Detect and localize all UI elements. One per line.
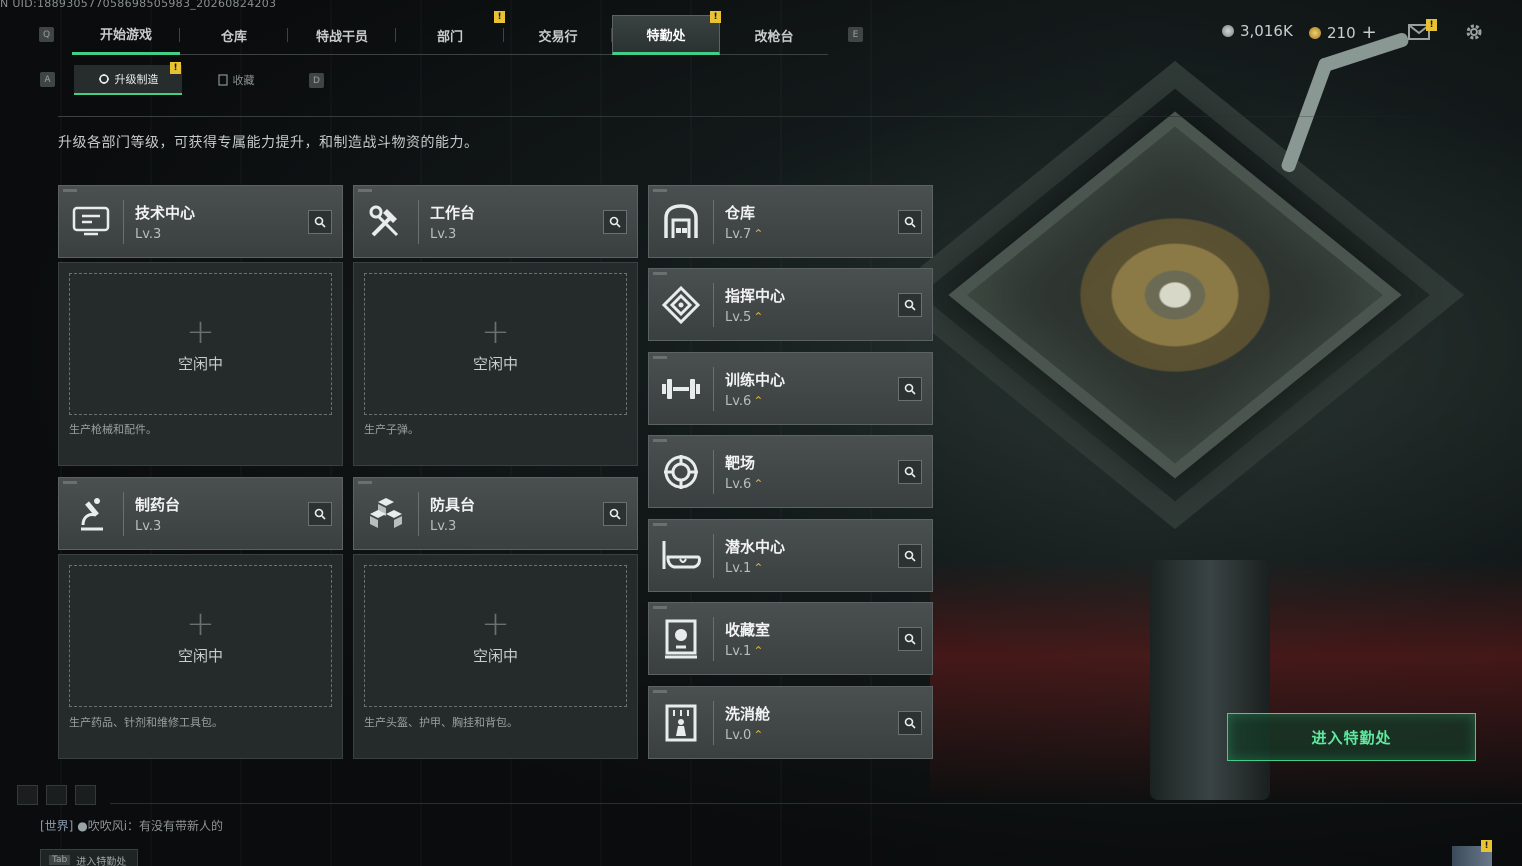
search-icon[interactable] xyxy=(898,293,922,317)
tab-operators[interactable]: 特战干员 xyxy=(288,15,396,55)
nav-prev-key[interactable]: Q xyxy=(39,27,54,42)
chat-divider xyxy=(110,803,1522,804)
search-icon[interactable] xyxy=(898,210,922,234)
facility-card-workbench[interactable]: 工作台 Lv.3 xyxy=(353,185,638,258)
upgrade-arrow-icon: ⌃ xyxy=(753,394,764,408)
sub-nav: 升级制造 收藏 xyxy=(74,65,290,95)
facility-card-pharmacy[interactable]: 制药台 Lv.3 xyxy=(58,477,343,550)
upgrade-arrow-icon: ⌃ xyxy=(753,477,764,491)
department-card-command-center[interactable]: 指挥中心 Lv.5 ⌃ xyxy=(648,268,933,341)
upgrade-arrow-icon: ⌃ xyxy=(753,644,764,658)
subtab-upgrade-craft[interactable]: 升级制造 xyxy=(74,65,182,95)
notification-badge: ! xyxy=(170,62,181,74)
silver-currency: 3,016K xyxy=(1222,22,1293,40)
search-icon[interactable] xyxy=(308,210,332,234)
facility-card-tech-center[interactable]: 技术中心 Lv.3 xyxy=(58,185,343,258)
upgrade-arrow-icon: ⌃ xyxy=(753,227,764,241)
chat-line[interactable]: [世界] ●吹吹风i：有没有带新人的 xyxy=(40,817,223,834)
tab-gunsmith[interactable]: 改枪台 xyxy=(720,15,828,55)
tab-special-ops[interactable]: 特勤处 xyxy=(612,15,720,55)
production-slot[interactable]: + 空闲中 生产枪械和配件。 xyxy=(58,262,343,466)
armor-bench-icon xyxy=(364,492,408,536)
facility-card-armor-bench[interactable]: 防具台 Lv.3 xyxy=(353,477,638,550)
gold-currency: 210 + xyxy=(1309,22,1377,43)
command-center-icon xyxy=(659,283,703,327)
department-card-collection-room[interactable]: 收藏室 Lv.1 ⌃ xyxy=(648,602,933,675)
subnav-prev-key[interactable]: A xyxy=(40,72,55,87)
upgrade-gear-icon xyxy=(98,74,109,84)
chat-option-button[interactable] xyxy=(17,785,38,805)
pharmacy-icon xyxy=(69,492,113,536)
enter-special-ops-hotkey[interactable]: Tab 进入特勤处 xyxy=(40,849,138,866)
collection-room-icon xyxy=(659,617,703,661)
search-icon[interactable] xyxy=(898,711,922,735)
department-card-diving-center[interactable]: 潜水中心 Lv.1 ⌃ xyxy=(648,519,933,592)
uid-label: N UID:188930577058698505983_20260824203 xyxy=(0,0,277,10)
cube-pedestal xyxy=(1150,560,1270,800)
department-card-training-center[interactable]: 训练中心 Lv.6 ⌃ xyxy=(648,352,933,425)
search-icon[interactable] xyxy=(898,460,922,484)
department-card-warehouse[interactable]: 仓库 Lv.7 ⌃ xyxy=(648,185,933,258)
decon-chamber-icon xyxy=(659,701,703,745)
production-slot[interactable]: + 空闲中 生产子弹。 xyxy=(353,262,638,466)
gold-coin-icon xyxy=(1309,26,1321,39)
upgrade-arrow-icon: ⌃ xyxy=(753,728,764,742)
collection-icon xyxy=(217,74,228,86)
user-avatar-icon: ● xyxy=(77,819,88,833)
add-icon: + xyxy=(481,311,510,352)
add-icon: + xyxy=(186,311,215,352)
add-icon: + xyxy=(186,603,215,644)
enter-special-ops-button[interactable]: 进入特勤处 xyxy=(1227,713,1476,761)
warehouse-icon xyxy=(659,200,703,244)
tech-center-icon xyxy=(69,200,113,244)
chat-option-button[interactable] xyxy=(46,785,67,805)
department-card-shooting-range[interactable]: 靶场 Lv.6 ⌃ xyxy=(648,435,933,508)
add-icon: + xyxy=(481,603,510,644)
upgrade-arrow-icon: ⌃ xyxy=(753,561,764,575)
page-description: 升级各部门等级，可获得专属能力提升，和制造战斗物资的能力。 xyxy=(58,135,479,151)
workbench-icon xyxy=(364,200,408,244)
upgrade-arrow-icon: ⌃ xyxy=(753,310,764,324)
training-center-icon xyxy=(659,367,703,411)
subtab-collection[interactable]: 收藏 xyxy=(182,65,290,95)
chat-option-button[interactable] xyxy=(75,785,96,805)
silver-coin-icon xyxy=(1222,25,1234,37)
search-icon[interactable] xyxy=(603,502,627,526)
subnav-next-key[interactable]: D xyxy=(309,73,324,88)
production-slot[interactable]: + 空闲中 生产药品、针剂和维修工具包。 xyxy=(58,554,343,759)
tab-department[interactable]: 部门 xyxy=(396,15,504,55)
search-icon[interactable] xyxy=(898,627,922,651)
tab-start-game[interactable]: 开始游戏 xyxy=(72,15,180,55)
notification-badge: ! xyxy=(494,11,505,23)
notification-badge: ! xyxy=(1481,840,1492,852)
add-currency-button[interactable]: + xyxy=(1362,22,1377,43)
shooting-range-icon xyxy=(659,450,703,494)
department-card-decon-chamber[interactable]: 洗消舱 Lv.0 ⌃ xyxy=(648,686,933,759)
tab-trading[interactable]: 交易行 xyxy=(504,15,612,55)
search-icon[interactable] xyxy=(308,502,332,526)
diving-center-icon xyxy=(659,534,703,578)
search-icon[interactable] xyxy=(603,210,627,234)
mail-badge: ! xyxy=(1426,19,1437,31)
tab-warehouse[interactable]: 仓库 xyxy=(180,15,288,55)
search-icon[interactable] xyxy=(898,377,922,401)
divider xyxy=(58,116,1478,117)
settings-gear-icon[interactable] xyxy=(1464,22,1484,42)
search-icon[interactable] xyxy=(898,544,922,568)
production-slot[interactable]: + 空闲中 生产头盔、护甲、胸挂和背包。 xyxy=(353,554,638,759)
notification-badge: ! xyxy=(710,11,721,23)
nav-next-key[interactable]: E xyxy=(848,27,863,42)
